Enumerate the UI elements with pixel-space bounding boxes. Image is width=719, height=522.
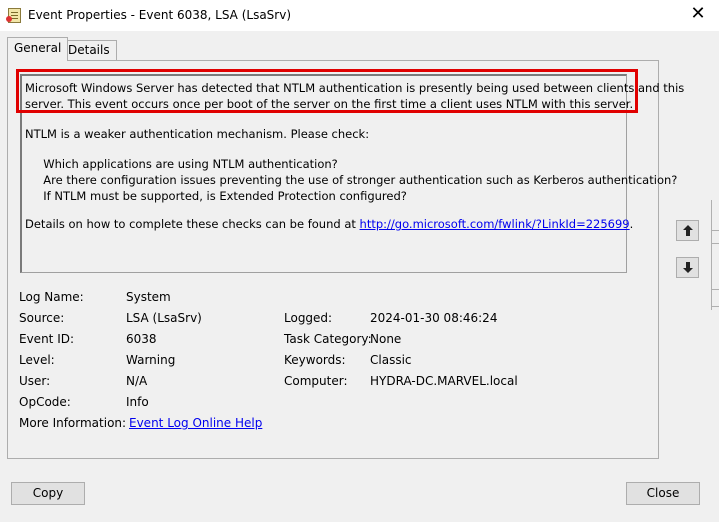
event-log-online-help-link[interactable]: Event Log Online Help: [129, 416, 262, 430]
tab-details[interactable]: Details: [61, 40, 117, 61]
keywords-value: Classic: [370, 353, 412, 367]
description-details-text: Details on how to complete these checks …: [25, 217, 360, 231]
description-period: .: [629, 217, 634, 231]
user-label: User:: [19, 374, 51, 388]
level-label: Level:: [19, 353, 55, 367]
more-information-label: More Information:: [19, 416, 127, 430]
logged-value: 2024-01-30 08:46:24: [370, 311, 498, 325]
arrow-up-icon: [683, 225, 693, 236]
description-line: Are there configuration issues preventin…: [25, 173, 678, 187]
event-id-value: 6038: [126, 332, 157, 346]
edge-divider: [711, 289, 719, 290]
description-line: If NTLM must be supported, is Extended P…: [25, 189, 407, 203]
highlight-annotation: [16, 69, 638, 113]
fwlink-link[interactable]: http://go.microsoft.com/fwlink/?LinkId=2…: [360, 217, 630, 231]
tab-general[interactable]: General: [7, 37, 69, 61]
edge-divider: [711, 200, 712, 310]
log-name-label: Log Name:: [19, 290, 84, 304]
edge-divider: [711, 230, 719, 231]
close-icon[interactable]: ✕: [686, 3, 710, 25]
arrow-down-icon: [683, 262, 693, 273]
next-event-button[interactable]: [676, 257, 699, 278]
description-line: NTLM is a weaker authentication mechanis…: [25, 127, 370, 141]
previous-event-button[interactable]: [676, 220, 699, 241]
description-details-line: Details on how to complete these checks …: [25, 216, 633, 232]
task-category-value: None: [370, 332, 402, 346]
keywords-label: Keywords:: [284, 353, 346, 367]
logged-label: Logged:: [284, 311, 333, 325]
edge-divider: [711, 243, 719, 244]
event-id-label: Event ID:: [19, 332, 75, 346]
source-label: Source:: [19, 311, 65, 325]
window-title: Event Properties - Event 6038, LSA (LsaS…: [28, 8, 292, 22]
title-bar: Event Properties - Event 6038, LSA (LsaS…: [0, 0, 719, 31]
log-name-value: System: [126, 290, 171, 304]
opcode-label: OpCode:: [19, 395, 71, 409]
edge-divider: [711, 306, 719, 307]
user-value: N/A: [126, 374, 148, 388]
opcode-value: Info: [126, 395, 149, 409]
close-button[interactable]: Close: [626, 482, 700, 505]
event-viewer-icon: [6, 8, 21, 23]
computer-label: Computer:: [284, 374, 348, 388]
computer-value: HYDRA-DC.MARVEL.local: [370, 374, 518, 388]
source-value: LSA (LsaSrv): [126, 311, 202, 325]
task-category-label: Task Category:: [284, 332, 372, 346]
copy-button[interactable]: Copy: [11, 482, 85, 505]
description-line: Which applications are using NTLM authen…: [25, 157, 338, 171]
level-value: Warning: [126, 353, 176, 367]
